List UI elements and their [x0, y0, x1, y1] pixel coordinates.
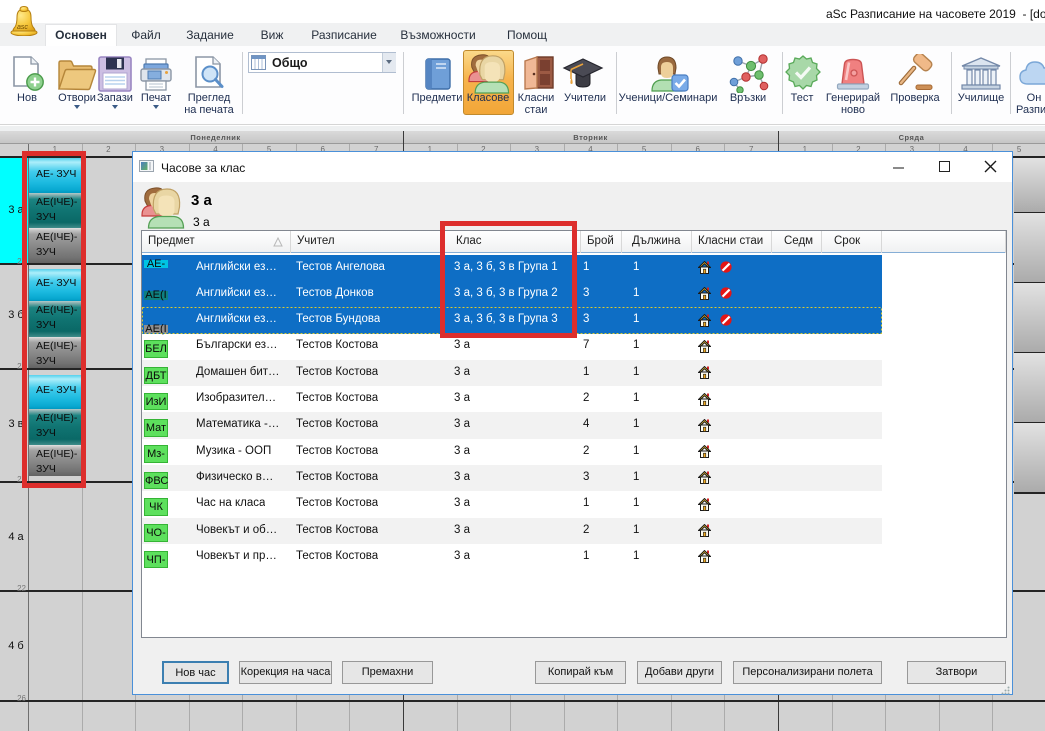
svg-text:asc: asc: [17, 24, 28, 31]
